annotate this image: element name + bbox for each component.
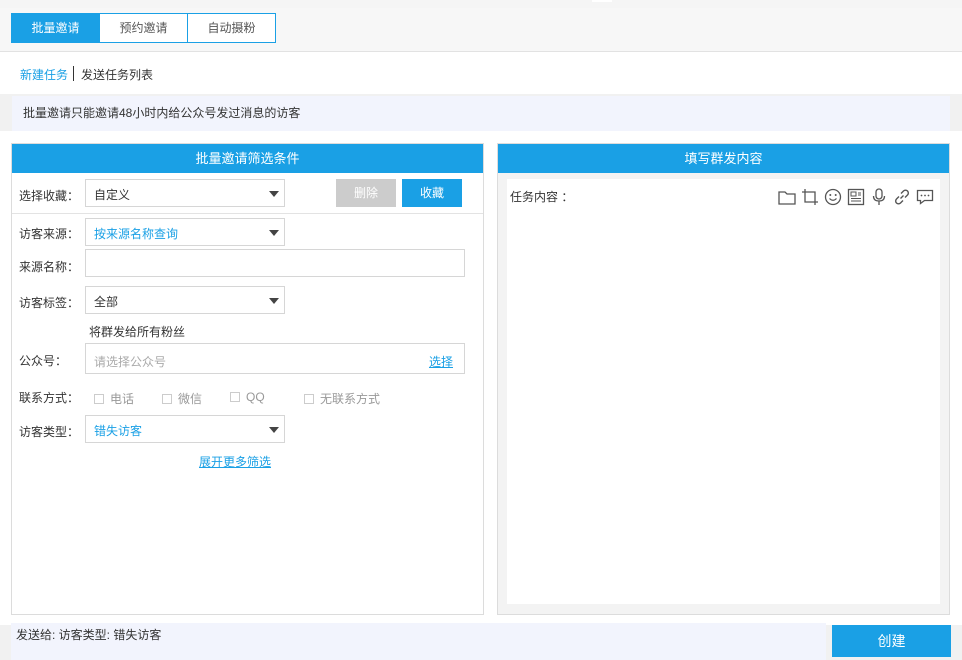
contact-option-label: 微信	[178, 392, 203, 406]
emoji-icon[interactable]	[821, 187, 844, 207]
favorite-select-value: 自定义	[94, 188, 131, 202]
contact-option-label: 无联系方式	[320, 392, 381, 406]
contact-wechat-checkbox[interactable]: 微信	[162, 390, 202, 407]
contact-none-checkbox[interactable]: 无联系方式	[304, 390, 380, 407]
chevron-down-icon	[269, 191, 279, 197]
delete-button[interactable]: 删除	[336, 179, 396, 207]
checkbox-icon	[230, 392, 240, 402]
folder-icon[interactable]	[775, 187, 798, 207]
editor-toolbar	[775, 187, 936, 207]
contact-qq-checkbox[interactable]: QQ	[230, 390, 265, 404]
broadcast-hint: 将群发给所有粉丝	[89, 325, 186, 339]
top-bar	[0, 0, 962, 8]
tags-select-value: 全部	[94, 295, 119, 309]
checkbox-icon	[162, 393, 172, 404]
filter-panel-title: 批量邀请筛选条件	[12, 144, 483, 173]
tabs: 批量邀请 预约邀请 自动摄粉	[11, 13, 276, 43]
contact-option-label: 电话	[110, 392, 135, 406]
tags-label: 访客标签：	[19, 296, 80, 310]
create-button[interactable]: 创建	[832, 625, 951, 657]
tab-auto-fans[interactable]: 自动摄粉	[187, 13, 276, 43]
divider	[12, 213, 483, 214]
new-task-link[interactable]: 新建任务	[20, 66, 68, 83]
tab-batch-invite[interactable]: 批量邀请	[11, 13, 100, 43]
notice-bar: 批量邀请只能邀请48小时内给公众号发过消息的访客	[12, 96, 950, 131]
contact-phone-checkbox[interactable]: 电话	[94, 390, 134, 407]
source-select-value: 按来源名称查询	[94, 227, 179, 241]
task-content-label: 任务内容 ：	[510, 190, 574, 204]
task-list-link[interactable]: 发送任务列表	[81, 66, 153, 83]
tab-bar: 批量邀请 预约邀请 自动摄粉	[0, 8, 962, 52]
content-panel-title: 填写群发内容	[498, 144, 949, 173]
link-icon[interactable]	[890, 187, 913, 207]
source-name-input[interactable]	[85, 249, 465, 277]
account-input[interactable]: 请选择公众号 选择	[85, 343, 465, 374]
visitor-type-label: 访客类型：	[19, 425, 80, 439]
chevron-down-icon	[269, 298, 279, 304]
article-icon[interactable]	[844, 187, 867, 207]
content-panel: 填写群发内容 任务内容 ：	[497, 143, 950, 615]
filter-panel: 批量邀请筛选条件 选择收藏： 自定义 删除 收藏 访客来源： 按来源名称查询 来…	[11, 143, 484, 615]
send-summary: 发送给: 访客类型: 错失访客	[11, 623, 826, 660]
tags-select[interactable]: 全部	[85, 286, 285, 314]
save-favorite-button[interactable]: 收藏	[402, 179, 462, 207]
chevron-down-icon	[269, 427, 279, 433]
visitor-type-select[interactable]: 错失访客	[85, 415, 285, 443]
microphone-icon[interactable]	[867, 187, 890, 207]
account-label: 公众号：	[19, 354, 68, 368]
contact-label: 联系方式：	[19, 391, 80, 405]
chevron-down-icon	[269, 230, 279, 236]
account-placeholder: 请选择公众号	[94, 355, 167, 369]
crop-icon[interactable]	[798, 187, 821, 207]
source-select[interactable]: 按来源名称查询	[85, 218, 285, 246]
visitor-type-value: 错失访客	[94, 424, 143, 438]
checkbox-icon	[304, 393, 314, 404]
contact-option-label: QQ	[246, 390, 265, 404]
favorite-label: 选择收藏：	[19, 189, 80, 203]
choose-account-link[interactable]: 选择	[429, 353, 453, 370]
source-name-label: 来源名称：	[19, 260, 80, 274]
sub-nav: 新建任务 发送任务列表	[0, 52, 962, 94]
checkbox-icon	[94, 393, 104, 404]
content-editor[interactable]	[507, 179, 940, 604]
top-notch	[592, 0, 612, 2]
comment-icon[interactable]	[913, 187, 936, 207]
subnav-divider	[73, 66, 74, 81]
expand-more-filters-link[interactable]: 展开更多筛选	[199, 453, 271, 470]
favorite-select[interactable]: 自定义	[85, 179, 285, 207]
tab-scheduled-invite[interactable]: 预约邀请	[99, 13, 188, 43]
source-label: 访客来源：	[19, 227, 80, 241]
